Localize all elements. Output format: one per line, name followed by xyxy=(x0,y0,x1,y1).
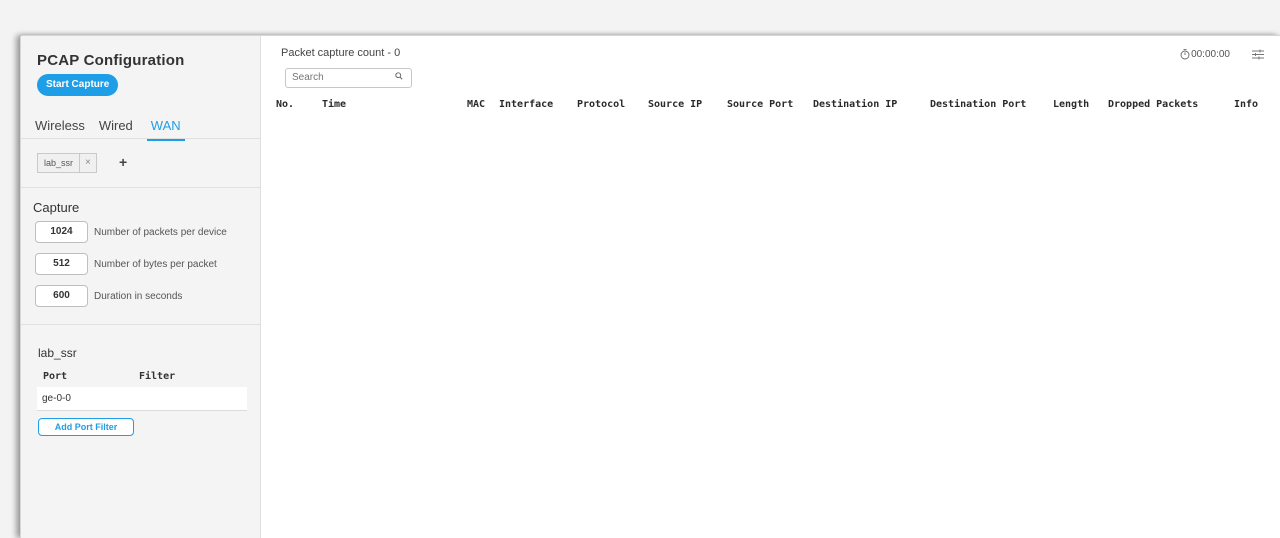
packets-per-device-label: Number of packets per device xyxy=(94,226,227,238)
search-box xyxy=(285,68,412,88)
column-header-source-port[interactable]: Source Port xyxy=(727,99,793,110)
column-header-length[interactable]: Length xyxy=(1053,99,1089,110)
close-icon[interactable]: × xyxy=(79,154,96,172)
port-table-header: Port Filter xyxy=(43,371,253,382)
column-header-mac[interactable]: MAC xyxy=(467,99,485,110)
start-capture-button[interactable]: Start Capture xyxy=(37,74,119,96)
filter-column-header: Filter xyxy=(139,371,176,382)
pcap-window: PCAP Configuration Start Capture Wireles… xyxy=(20,35,1280,538)
column-header-source-ip[interactable]: Source IP xyxy=(648,99,702,110)
column-header-protocol[interactable]: Protocol xyxy=(577,99,625,110)
bytes-per-packet-input[interactable]: 512 xyxy=(35,253,88,275)
column-header-time[interactable]: Time xyxy=(322,99,346,110)
plus-icon[interactable]: + xyxy=(119,154,127,170)
bytes-per-packet-label: Number of bytes per packet xyxy=(94,258,217,270)
divider xyxy=(21,187,260,188)
duration-input[interactable]: 600 xyxy=(35,285,88,307)
port-row[interactable]: ge-0-0 xyxy=(37,387,247,411)
packet-capture-panel: Packet capture count - 0 00:00:00 xyxy=(261,36,1280,538)
column-header-no[interactable]: No. xyxy=(276,99,294,110)
device-chip-label: lab_ssr xyxy=(44,158,74,168)
column-header-info[interactable]: Info xyxy=(1234,99,1258,110)
timer-value: 00:00:00 xyxy=(1191,49,1230,60)
device-name: lab_ssr xyxy=(38,346,77,360)
sliders-icon[interactable] xyxy=(1252,49,1264,60)
divider xyxy=(21,324,260,325)
page-title: PCAP Configuration xyxy=(37,52,185,69)
column-header-destination-port[interactable]: Destination Port xyxy=(930,99,1026,110)
search-input[interactable] xyxy=(292,72,388,83)
capture-timer: 00:00:00 xyxy=(1180,49,1230,60)
packets-per-device-input[interactable]: 1024 xyxy=(35,221,88,243)
divider xyxy=(21,138,260,139)
duration-label: Duration in seconds xyxy=(94,290,183,302)
packet-count-title: Packet capture count - 0 xyxy=(281,47,401,59)
add-port-filter-button[interactable]: Add Port Filter xyxy=(38,418,134,436)
column-header-destination-ip[interactable]: Destination IP xyxy=(813,99,897,110)
capture-section-title: Capture xyxy=(33,200,80,215)
packets-per-device-row: 1024 Number of packets per device xyxy=(35,221,227,243)
search-icon[interactable] xyxy=(395,72,403,80)
port-column-header: Port xyxy=(43,371,68,382)
column-header-interface[interactable]: Interface xyxy=(499,99,553,110)
column-header-dropped-packets[interactable]: Dropped Packets xyxy=(1108,99,1198,110)
duration-row: 600 Duration in seconds xyxy=(35,285,182,307)
pcap-config-sidebar: PCAP Configuration Start Capture Wireles… xyxy=(21,36,261,538)
bytes-per-packet-row: 512 Number of bytes per packet xyxy=(35,253,217,275)
device-chip: lab_ssr × xyxy=(37,153,97,173)
stopwatch-icon xyxy=(1180,49,1190,60)
